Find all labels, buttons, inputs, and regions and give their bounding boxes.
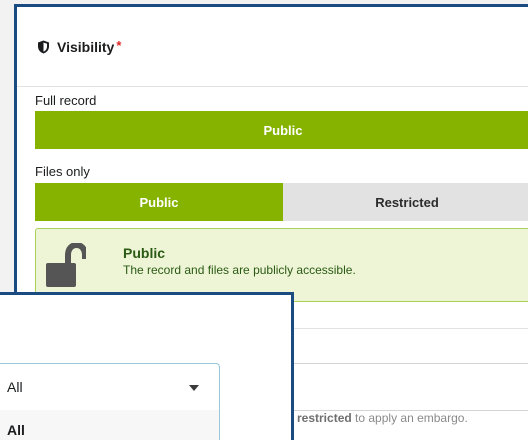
visibility-title: Visibility *	[37, 37, 121, 57]
full-record-label: Full record	[35, 93, 97, 108]
visibility-title-text: Visibility	[57, 39, 115, 55]
helper-rest-text: to apply an embargo.	[351, 411, 468, 425]
full-record-public-button[interactable]: Public	[35, 111, 528, 149]
unlock-icon	[46, 243, 86, 287]
message-text: The record and files are publicly access…	[123, 263, 356, 277]
embargo-helper-text: restricted to apply an embargo.	[297, 411, 468, 425]
required-mark: *	[116, 37, 122, 53]
visibility-message: Public The record and files are publicly…	[35, 228, 528, 302]
visibility-header: Visibility *	[17, 7, 528, 87]
filter-dropdown[interactable]: All	[0, 363, 220, 411]
dropdown-option-all[interactable]: All	[7, 422, 25, 438]
helper-bold-text: restricted	[297, 411, 352, 425]
full-record-toggle: Public	[35, 111, 528, 149]
dropdown-menu: All	[0, 410, 220, 440]
files-public-button[interactable]: Public	[35, 183, 283, 221]
shield-icon	[38, 40, 49, 54]
caret-down-icon[interactable]	[189, 385, 199, 391]
files-only-toggle: Public Restricted	[35, 183, 528, 221]
files-only-label: Files only	[35, 164, 90, 179]
dropdown-value: All	[7, 379, 23, 395]
filter-panel: All All	[0, 292, 294, 440]
message-heading: Public	[123, 245, 166, 261]
files-restricted-button[interactable]: Restricted	[283, 183, 528, 221]
